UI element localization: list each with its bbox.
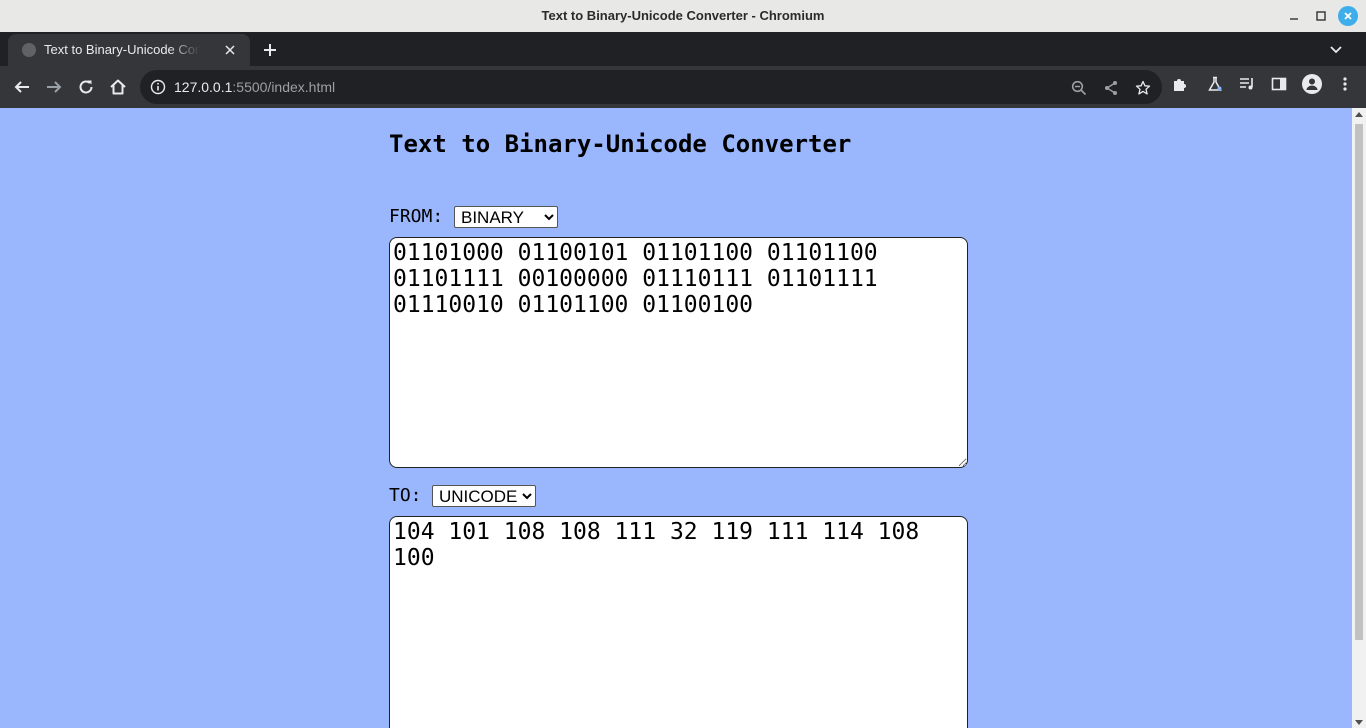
flask-icon — [1208, 76, 1222, 91]
new-tab-button[interactable] — [258, 38, 282, 62]
to-select[interactable]: UNICODE — [432, 485, 536, 507]
close-window-button[interactable] — [1338, 6, 1358, 26]
close-icon — [1344, 12, 1352, 20]
back-button[interactable] — [10, 75, 34, 99]
scroll-up-icon[interactable] — [1355, 112, 1363, 117]
playlist-icon — [1240, 78, 1253, 90]
home-icon — [110, 79, 126, 95]
url-host: 127.0.0.1 — [174, 79, 233, 95]
avatar-icon — [1306, 78, 1318, 90]
page-scrollbar[interactable] — [1352, 108, 1366, 728]
home-button[interactable] — [106, 75, 130, 99]
window-title: Text to Binary-Unicode Converter - Chrom… — [541, 8, 825, 23]
minimize-icon — [1290, 18, 1298, 20]
maximize-icon — [1316, 11, 1326, 21]
tab-search-button[interactable] — [1324, 38, 1348, 62]
extensions-button[interactable] — [1170, 75, 1188, 93]
plus-icon — [264, 44, 276, 56]
to-label: TO: — [389, 485, 422, 506]
from-label: FROM: — [389, 206, 444, 227]
maximize-button[interactable] — [1311, 6, 1331, 26]
share-button[interactable] — [1102, 79, 1120, 97]
reload-button[interactable] — [74, 75, 98, 99]
input-textarea[interactable]: 01101000 01100101 01101100 01101100 0110… — [389, 237, 968, 468]
window-titlebar: Text to Binary-Unicode Converter - Chrom… — [0, 0, 1366, 32]
more-vert-icon — [1343, 77, 1347, 91]
zoom-button[interactable] — [1070, 79, 1088, 97]
share-icon — [1105, 81, 1117, 95]
media-controls-button[interactable] — [1238, 75, 1256, 93]
arrow-left-icon — [14, 81, 29, 93]
minimize-button[interactable] — [1284, 6, 1304, 26]
chevron-down-icon — [1330, 46, 1342, 54]
star-icon — [1135, 80, 1151, 95]
scroll-down-icon[interactable] — [1355, 720, 1363, 725]
forward-button[interactable] — [42, 75, 66, 99]
page-content: Text to Binary-Unicode Converter FROM: B… — [0, 108, 1352, 728]
address-bar[interactable]: 127.0.0.1:5500/index.html — [140, 70, 1162, 104]
labs-button[interactable] — [1206, 75, 1224, 93]
side-panel-icon — [1271, 77, 1287, 91]
info-icon[interactable] — [150, 79, 166, 95]
profile-button[interactable] — [1302, 74, 1322, 94]
side-panel-button[interactable] — [1270, 75, 1288, 93]
page-title: Text to Binary-Unicode Converter — [389, 130, 852, 158]
zoom-out-icon — [1071, 80, 1087, 96]
url-path: :5500/index.html — [232, 79, 336, 95]
tab-close-button[interactable] — [222, 42, 238, 58]
from-select[interactable]: BINARY — [454, 206, 558, 228]
browser-tab[interactable]: Text to Binary-Unicode Converter — [8, 34, 250, 66]
tab-title: Text to Binary-Unicode Converter — [44, 42, 200, 57]
close-icon — [225, 45, 235, 55]
reload-icon — [79, 80, 93, 94]
globe-icon — [22, 43, 36, 57]
arrow-right-icon — [47, 81, 62, 93]
url-text: 127.0.0.1:5500/index.html — [174, 70, 335, 104]
menu-button[interactable] — [1336, 75, 1354, 93]
scrollbar-thumb[interactable] — [1355, 124, 1363, 640]
output-textarea[interactable]: 104 101 108 108 111 32 119 111 114 108 1… — [389, 516, 968, 728]
bookmark-button[interactable] — [1134, 79, 1152, 97]
puzzle-icon — [1174, 79, 1186, 91]
